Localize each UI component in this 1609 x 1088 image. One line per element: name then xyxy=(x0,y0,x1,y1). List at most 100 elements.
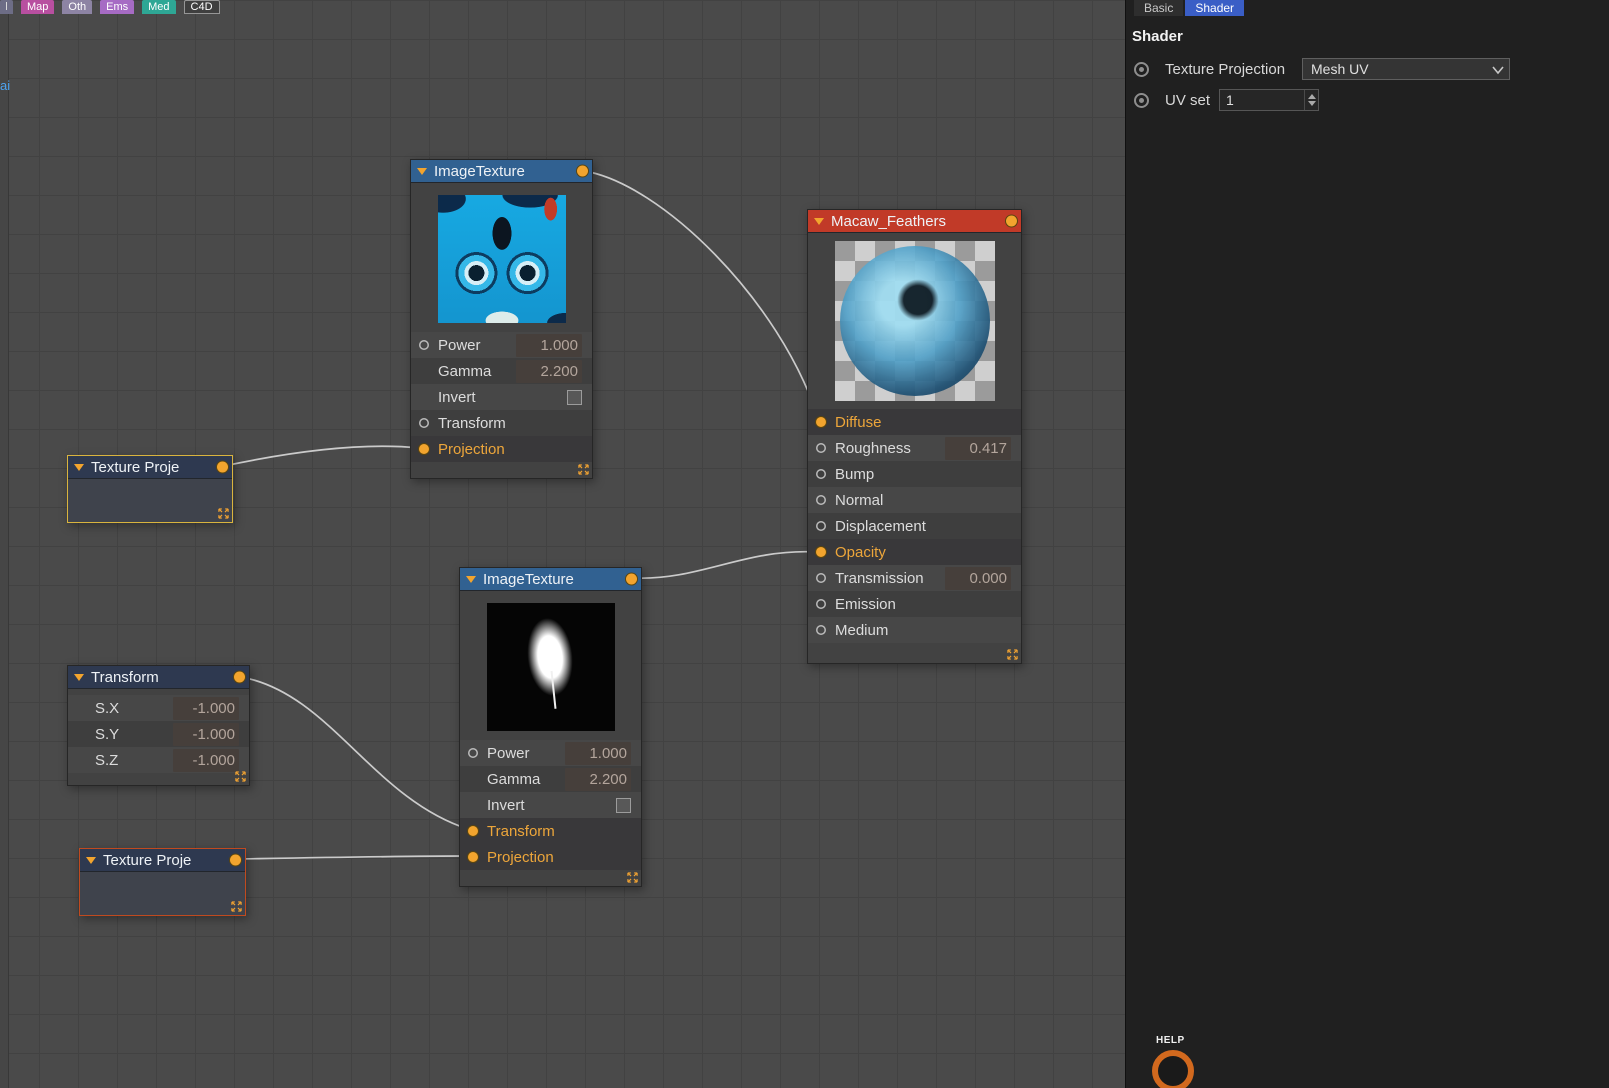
output-port[interactable] xyxy=(230,854,241,866)
param-row-emission[interactable]: Emission xyxy=(808,591,1021,617)
input-port-power[interactable] xyxy=(468,748,478,758)
node-header[interactable]: Texture Proje xyxy=(80,849,245,872)
param-row-gamma[interactable]: Gamma 2.200 xyxy=(460,766,641,792)
param-row-projection[interactable]: Projection xyxy=(460,844,641,870)
param-value[interactable]: 1.000 xyxy=(516,333,582,357)
animate-ring-icon[interactable] xyxy=(1134,92,1149,108)
param-value[interactable]: -1.000 xyxy=(173,696,239,720)
input-port-power[interactable] xyxy=(419,340,429,350)
spinner-up-icon[interactable] xyxy=(1307,94,1316,99)
param-row-sy[interactable]: S.Y -1.000 xyxy=(68,721,249,747)
tab-shader[interactable]: Shader xyxy=(1185,0,1245,16)
param-row-transmission[interactable]: Transmission 0.000 xyxy=(808,565,1021,591)
resize-handle-icon[interactable] xyxy=(578,464,589,475)
param-row-sx[interactable]: S.X -1.000 xyxy=(68,695,249,721)
node-header[interactable]: ImageTexture xyxy=(411,160,592,183)
texture-projection-dropdown[interactable]: Mesh UV xyxy=(1302,58,1510,80)
output-port[interactable] xyxy=(217,461,228,473)
wire-imagetexture1-to-diffuse[interactable] xyxy=(583,170,819,419)
category-tab-med[interactable]: Med xyxy=(142,0,176,14)
input-port-normal[interactable] xyxy=(816,495,826,505)
param-row-sz[interactable]: S.Z -1.000 xyxy=(68,747,249,773)
param-row-projection[interactable]: Projection xyxy=(411,436,592,462)
param-row-bump[interactable]: Bump xyxy=(808,461,1021,487)
param-value[interactable]: 2.200 xyxy=(565,767,631,791)
input-port-medium[interactable] xyxy=(816,625,826,635)
wire-transform-to-transform[interactable] xyxy=(240,676,469,830)
param-row-invert[interactable]: Invert xyxy=(411,384,592,410)
param-value[interactable]: 2.200 xyxy=(516,359,582,383)
category-tab-oth[interactable]: Oth xyxy=(62,0,93,14)
output-port[interactable] xyxy=(626,573,637,585)
node-header[interactable]: Transform xyxy=(68,666,249,689)
input-port-roughness[interactable] xyxy=(816,443,826,453)
tab-basic[interactable]: Basic xyxy=(1134,0,1184,16)
wire-textureproj1-to-projection[interactable] xyxy=(223,445,420,467)
output-port[interactable] xyxy=(577,165,588,177)
node-imagetexture-1[interactable]: ImageTexture Power 1.000 Gamma 2.200 Inv… xyxy=(410,159,593,479)
texture-preview-image xyxy=(486,603,615,731)
node-imagetexture-2[interactable]: ImageTexture Power 1.000 Gamma 2.200 Inv… xyxy=(459,567,642,887)
param-value[interactable]: 1.000 xyxy=(565,741,631,765)
param-row-invert[interactable]: Invert xyxy=(460,792,641,818)
param-row-power[interactable]: Power 1.000 xyxy=(460,740,641,766)
collapse-arrow-icon[interactable] xyxy=(86,856,96,864)
input-port-projection[interactable] xyxy=(419,444,429,454)
node-texture-projection-2[interactable]: Texture Proje xyxy=(79,848,246,916)
param-value[interactable]: -1.000 xyxy=(173,748,239,772)
category-tab-map[interactable]: Map xyxy=(21,0,55,14)
collapse-arrow-icon[interactable] xyxy=(814,217,824,225)
resize-handle-icon[interactable] xyxy=(235,771,246,782)
input-port-transform[interactable] xyxy=(468,826,478,836)
collapse-arrow-icon[interactable] xyxy=(417,167,427,175)
collapse-arrow-icon[interactable] xyxy=(74,673,84,681)
param-row-gamma[interactable]: Gamma 2.200 xyxy=(411,358,592,384)
input-port-opacity[interactable] xyxy=(816,547,826,557)
node-header[interactable]: Texture Proje xyxy=(68,456,232,479)
input-port-transform[interactable] xyxy=(419,418,429,428)
param-row-displacement[interactable]: Displacement xyxy=(808,513,1021,539)
output-port[interactable] xyxy=(234,671,245,683)
collapse-arrow-icon[interactable] xyxy=(74,463,84,471)
help-label[interactable]: HELP xyxy=(1156,1035,1185,1046)
input-port-projection[interactable] xyxy=(468,852,478,862)
node-transform[interactable]: Transform S.X -1.000 S.Y -1.000 S.Z -1.0… xyxy=(67,665,250,786)
resize-handle-icon[interactable] xyxy=(627,872,638,883)
param-row-roughness[interactable]: Roughness 0.417 xyxy=(808,435,1021,461)
wire-textureproj2-to-projection[interactable] xyxy=(236,855,469,860)
input-port-bump[interactable] xyxy=(816,469,826,479)
invert-checkbox[interactable] xyxy=(616,797,631,813)
input-port-transmission[interactable] xyxy=(816,573,826,583)
node-header[interactable]: Macaw_Feathers xyxy=(808,210,1021,233)
param-value[interactable]: 0.417 xyxy=(945,436,1011,460)
collapse-arrow-icon[interactable] xyxy=(466,575,476,583)
input-port-displacement[interactable] xyxy=(816,521,826,531)
category-tab-c4d[interactable]: C4D xyxy=(183,0,220,14)
param-value[interactable]: -1.000 xyxy=(173,722,239,746)
node-header[interactable]: ImageTexture xyxy=(460,568,641,591)
animate-ring-icon[interactable] xyxy=(1134,61,1149,77)
node-macaw-feathers[interactable]: Macaw_Feathers Diffuse Roughness 0.417 B… xyxy=(807,209,1022,664)
param-row-diffuse[interactable]: Diffuse xyxy=(808,409,1021,435)
wire-imagetexture2-to-opacity[interactable] xyxy=(632,550,818,579)
input-port-emission[interactable] xyxy=(816,599,826,609)
output-port[interactable] xyxy=(1006,215,1017,227)
resize-handle-icon[interactable] xyxy=(231,901,242,912)
resize-handle-icon[interactable] xyxy=(218,508,229,519)
param-row-normal[interactable]: Normal xyxy=(808,487,1021,513)
category-tab-clipped[interactable]: l xyxy=(0,0,13,14)
param-row-transform[interactable]: Transform xyxy=(411,410,592,436)
input-port-diffuse[interactable] xyxy=(816,417,826,427)
param-row-power[interactable]: Power 1.000 xyxy=(411,332,592,358)
uv-set-input[interactable] xyxy=(1220,92,1304,108)
spinner-down-icon[interactable] xyxy=(1307,101,1316,106)
param-row-medium[interactable]: Medium xyxy=(808,617,1021,643)
param-row-transform[interactable]: Transform xyxy=(460,818,641,844)
node-texture-projection-1[interactable]: Texture Proje xyxy=(67,455,233,523)
uv-set-spinner[interactable] xyxy=(1304,90,1318,110)
invert-checkbox[interactable] xyxy=(567,389,582,405)
param-value[interactable]: 0.000 xyxy=(945,566,1011,590)
resize-handle-icon[interactable] xyxy=(1007,649,1018,660)
param-row-opacity[interactable]: Opacity xyxy=(808,539,1021,565)
category-tab-ems[interactable]: Ems xyxy=(100,0,135,14)
